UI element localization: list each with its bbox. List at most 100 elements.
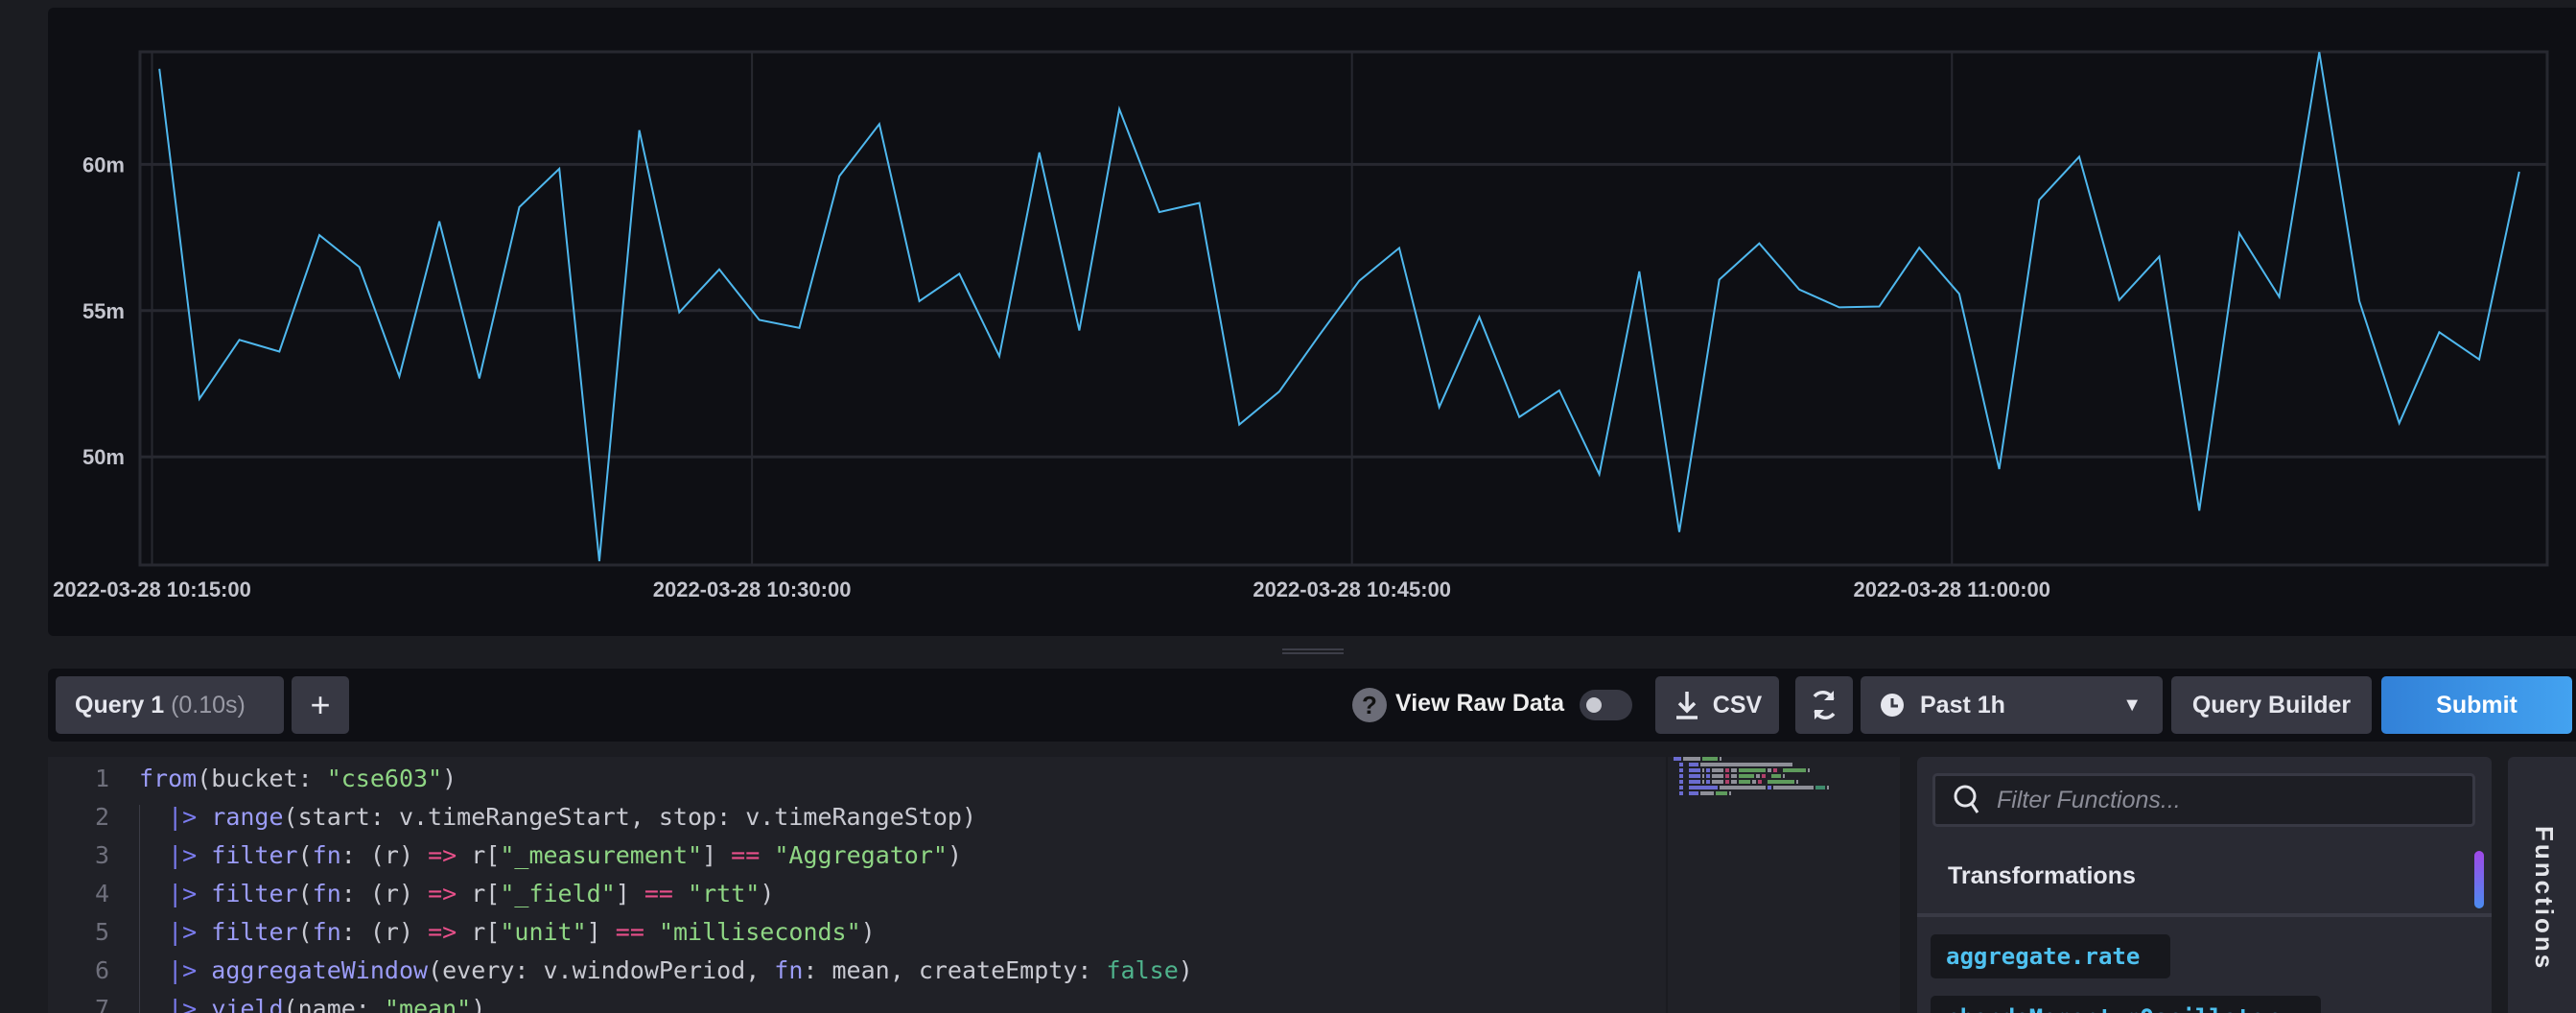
functions-tab-label: Functions <box>2530 826 2559 972</box>
minimap-token <box>1685 774 1687 778</box>
query-builder-button[interactable]: Query Builder <box>2171 676 2372 734</box>
x-tick-label: 2022-03-28 10:15:00 <box>53 577 251 601</box>
code-token: aggregateWindow <box>211 956 429 984</box>
minimap-token <box>1689 763 1698 766</box>
code-token: fn <box>312 880 341 907</box>
minimap-token <box>1752 780 1756 784</box>
code-minimap[interactable] <box>1674 757 1829 797</box>
plot-border <box>138 50 2549 567</box>
refresh-button[interactable] <box>1795 676 1853 734</box>
y-tick-label: 60m <box>82 153 125 177</box>
minimap-token <box>1679 763 1683 766</box>
code-token: fn <box>312 918 341 946</box>
code-token: ( <box>297 880 313 907</box>
code-line[interactable]: |> filter(fn: (r) => r["_measurement"] =… <box>139 841 962 869</box>
code-token: == <box>615 918 644 946</box>
code-token: ) <box>947 841 963 869</box>
function-item[interactable]: aggregate.rate <box>1931 934 2170 978</box>
minimap-token <box>1700 791 1714 795</box>
scrollbar-thumb[interactable] <box>2474 851 2484 908</box>
code-token: "cse603" <box>326 765 443 792</box>
minimap-token <box>1674 780 1677 784</box>
view-raw-data-toggle[interactable] <box>1580 690 1632 720</box>
clock-icon <box>1881 694 1904 717</box>
code-line[interactable]: |> range(start: v.timeRangeStart, stop: … <box>139 803 976 831</box>
filter-functions-input[interactable] <box>1995 785 2459 815</box>
minimap-divider <box>1666 757 1668 1013</box>
query-tab-label: Query 1 <box>75 691 165 719</box>
csv-download-button[interactable]: CSV <box>1655 676 1779 734</box>
add-query-button[interactable]: + <box>292 676 349 734</box>
code-editor[interactable]: 1234567 from(bucket: "cse603") |> range(… <box>48 757 1900 1013</box>
function-item[interactable]: chandeMomentumOscillator <box>1931 996 2321 1013</box>
time-range-dropdown[interactable]: Past 1h ▼ <box>1861 676 2163 734</box>
code-token: |> <box>168 956 198 984</box>
submit-button[interactable]: Submit <box>2381 676 2572 734</box>
filter-functions-field[interactable] <box>1932 773 2475 827</box>
code-line[interactable]: |> filter(fn: (r) => r["_field"] == "rtt… <box>139 880 774 907</box>
line-number: 4 <box>94 880 109 907</box>
minimap-token <box>1739 780 1750 784</box>
code-line[interactable]: |> yield(name: "mean") <box>139 995 485 1013</box>
code-line[interactable]: from(bucket: "cse603") <box>139 765 457 792</box>
code-token: |> <box>168 995 198 1013</box>
minimap-token <box>1706 768 1710 772</box>
minimap-token <box>1720 757 1721 761</box>
minimap-row <box>1674 791 1829 797</box>
minimap-token <box>1689 791 1698 795</box>
minimap-token <box>1768 768 1771 772</box>
code-line[interactable]: |> filter(fn: (r) => r["unit"] == "milli… <box>139 918 876 946</box>
minimap-token <box>1731 774 1737 778</box>
help-icon[interactable]: ? <box>1352 688 1387 722</box>
caret-down-icon: ▼ <box>2122 694 2142 716</box>
minimap-token <box>1674 774 1677 778</box>
graph-panel: 50m 55m 60m 2022-03-28 10:15:00 2022-03-28 1… <box>48 8 2576 636</box>
y-tick-label: 50m <box>82 445 125 469</box>
minimap-token <box>1685 763 1687 766</box>
code-token: (name: <box>283 995 385 1013</box>
line-number: 5 <box>94 918 109 946</box>
code-token: "_measurement" <box>500 841 703 869</box>
tab-query-1[interactable]: Query 1 (0.10s) <box>56 676 284 734</box>
minimap-token <box>1674 786 1677 789</box>
code-token: ) <box>760 880 775 907</box>
x-tick-label: 2022-03-28 10:45:00 <box>1253 577 1451 601</box>
minimap-token <box>1679 786 1683 789</box>
minimap-token <box>1689 780 1700 784</box>
minimap-token <box>1758 780 1762 784</box>
code-token: : (r) <box>340 841 429 869</box>
search-icon <box>1954 785 1979 813</box>
minimap-token <box>1720 786 1766 789</box>
code-token: r[ <box>457 918 501 946</box>
line-number: 2 <box>94 803 109 831</box>
code-token: ) <box>471 995 486 1013</box>
minimap-token <box>1739 768 1766 772</box>
functions-side-tab[interactable]: Functions <box>2508 757 2576 1013</box>
minimap-token <box>1716 791 1727 795</box>
code-line[interactable]: |> aggregateWindow(every: v.windowPeriod… <box>139 956 1193 984</box>
code-token: "Aggregator" <box>774 841 948 869</box>
code-token: ] <box>702 841 732 869</box>
code-token: filter <box>211 880 298 907</box>
line-number: 3 <box>94 841 109 869</box>
resize-handle[interactable] <box>1282 648 1344 654</box>
minimap-token <box>1773 786 1814 789</box>
query-toolbar: Query 1 (0.10s) + ? View Raw Data CSV Pa… <box>48 669 2576 742</box>
minimap-token <box>1729 791 1731 795</box>
code-token: range <box>211 803 284 831</box>
minimap-token <box>1685 780 1687 784</box>
minimap-token <box>1679 780 1683 784</box>
code-token: ] <box>615 880 644 907</box>
code-token: => <box>428 918 457 946</box>
minimap-token <box>1706 780 1710 784</box>
minimap-token <box>1706 774 1710 778</box>
code-token: (every: v.windowPeriod, <box>428 956 775 984</box>
code-token: fn <box>774 956 804 984</box>
code-token: yield <box>211 995 284 1013</box>
